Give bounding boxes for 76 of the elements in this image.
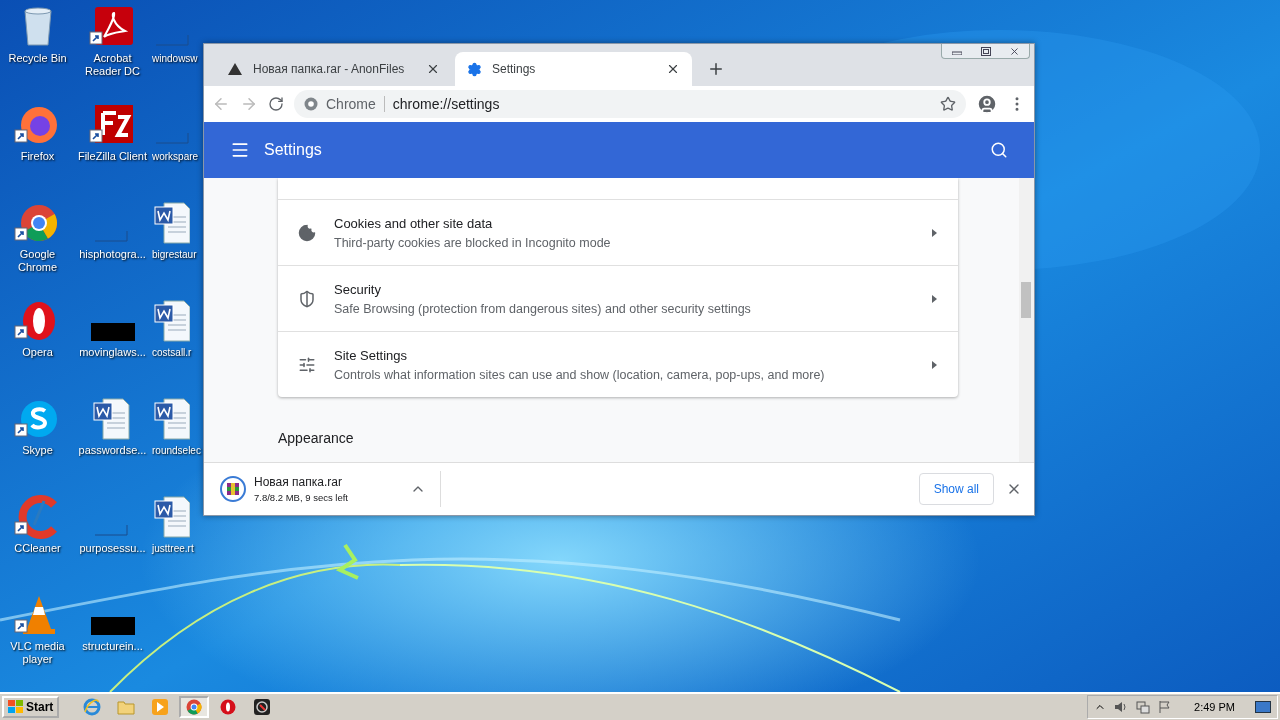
cookie-icon [298,223,316,242]
page-title: Settings [264,141,323,159]
address-bar[interactable]: Chrome chrome://settings [294,90,966,118]
show-all-button[interactable]: Show all [918,473,994,505]
settings-row[interactable]: Security Safe Browsing (protection from dangerous sites) and other security settings [278,265,958,331]
file-name: Новая папка.rar [254,475,343,489]
settings-icon [467,61,482,77]
triangle-right-icon [932,228,938,237]
close-icon [1009,45,1020,57]
close-icon[interactable] [426,62,440,76]
icon-label: Opera [22,346,53,359]
settings-row[interactable]: Site Settings Controls what information sites can use and show (location, camera, pop-ups, and more) [278,331,958,397]
show-desktop-icon[interactable] [1255,700,1271,714]
download-status: 7.8/8.2 MB, 9 secs left [254,492,349,503]
shield-icon [298,289,316,308]
flag-icon[interactable] [1158,700,1173,714]
icon-label: roundselec [152,444,201,457]
icon-label: VLC media player [9,640,66,666]
word-document-icon[interactable] [152,495,190,539]
menu-icon[interactable] [230,140,250,160]
search-icon[interactable] [990,141,1008,159]
archive-icon [220,476,246,502]
scrollbar[interactable] [1019,178,1034,462]
bookmark-star-icon[interactable] [940,96,956,112]
row-title: Site Settings [334,347,408,363]
ie-icon [83,698,102,716]
site-icon [227,62,243,76]
icon-label: Skype [22,444,53,457]
app-icon [253,698,272,716]
browser-tab[interactable]: Новая папка.rar - AnonFiles [215,52,452,86]
new-tab-icon[interactable] [707,60,725,78]
chrome-icon [186,699,203,715]
windows-logo-icon [8,700,24,714]
icon-label: structurein... [82,640,143,653]
chrome-icon [304,97,318,111]
icon-label: CCleaner [14,542,61,555]
sliders-icon [298,355,316,374]
icon-label: movinglaws... [79,346,146,359]
word-document-icon[interactable] [152,201,190,245]
row-description: Third-party cookies are blocked in Incognito mode [334,235,612,250]
triangle-right-icon [932,360,938,369]
browser-tab[interactable]: Settings [455,52,692,86]
start-button[interactable]: Start [2,696,60,718]
opera-icon [220,699,237,715]
row-description: Safe Browsing (protection from dangerous sites) and other security settings [334,301,752,316]
speaker-icon[interactable] [1114,700,1129,714]
row-description: Controls what information sites can use and show (location, camera, pop-ups, and more) [334,367,826,382]
icon-label: bigrestaur [152,248,197,261]
icon-label: windowsw [152,52,198,65]
download-item[interactable]: Новая папка.rar 7.8/8.2 MB, 9 secs left [220,471,441,507]
settings-row[interactable]: Cookies and other site data Third-party cookies are blocked in Incognito mode [278,199,958,265]
icon-label: workspare [152,150,199,163]
icon-label: hisphotogra... [79,248,146,261]
row-title: Cookies and other site data [334,215,494,231]
icon-label: purposessu... [79,542,146,555]
reload-icon[interactable] [268,96,284,112]
word-document-icon[interactable] [152,397,190,441]
icon-label: costsall.r [152,346,192,359]
icon-label: Acrobat Reader DC [84,52,141,78]
icon-label: Firefox [20,150,55,163]
icon-label: FileZilla Client [77,150,148,163]
clock: 2:49 PM [1194,701,1235,713]
icon-label: passwordse... [78,444,147,457]
profile-icon[interactable] [976,93,998,115]
triangle-right-icon [932,294,938,303]
row-title: Security [334,281,382,297]
word-document-icon[interactable] [152,299,190,343]
media-player-icon [151,698,170,716]
network-icon[interactable] [1136,700,1151,714]
close-icon[interactable] [666,62,680,76]
folder-icon [117,699,136,715]
icon-label: Google Chrome [16,248,59,274]
icon-label: Recycle Bin [8,52,67,65]
restore-icon [980,46,991,56]
section-heading: Appearance [278,430,354,446]
icon-label: justtree.rt [152,542,194,555]
